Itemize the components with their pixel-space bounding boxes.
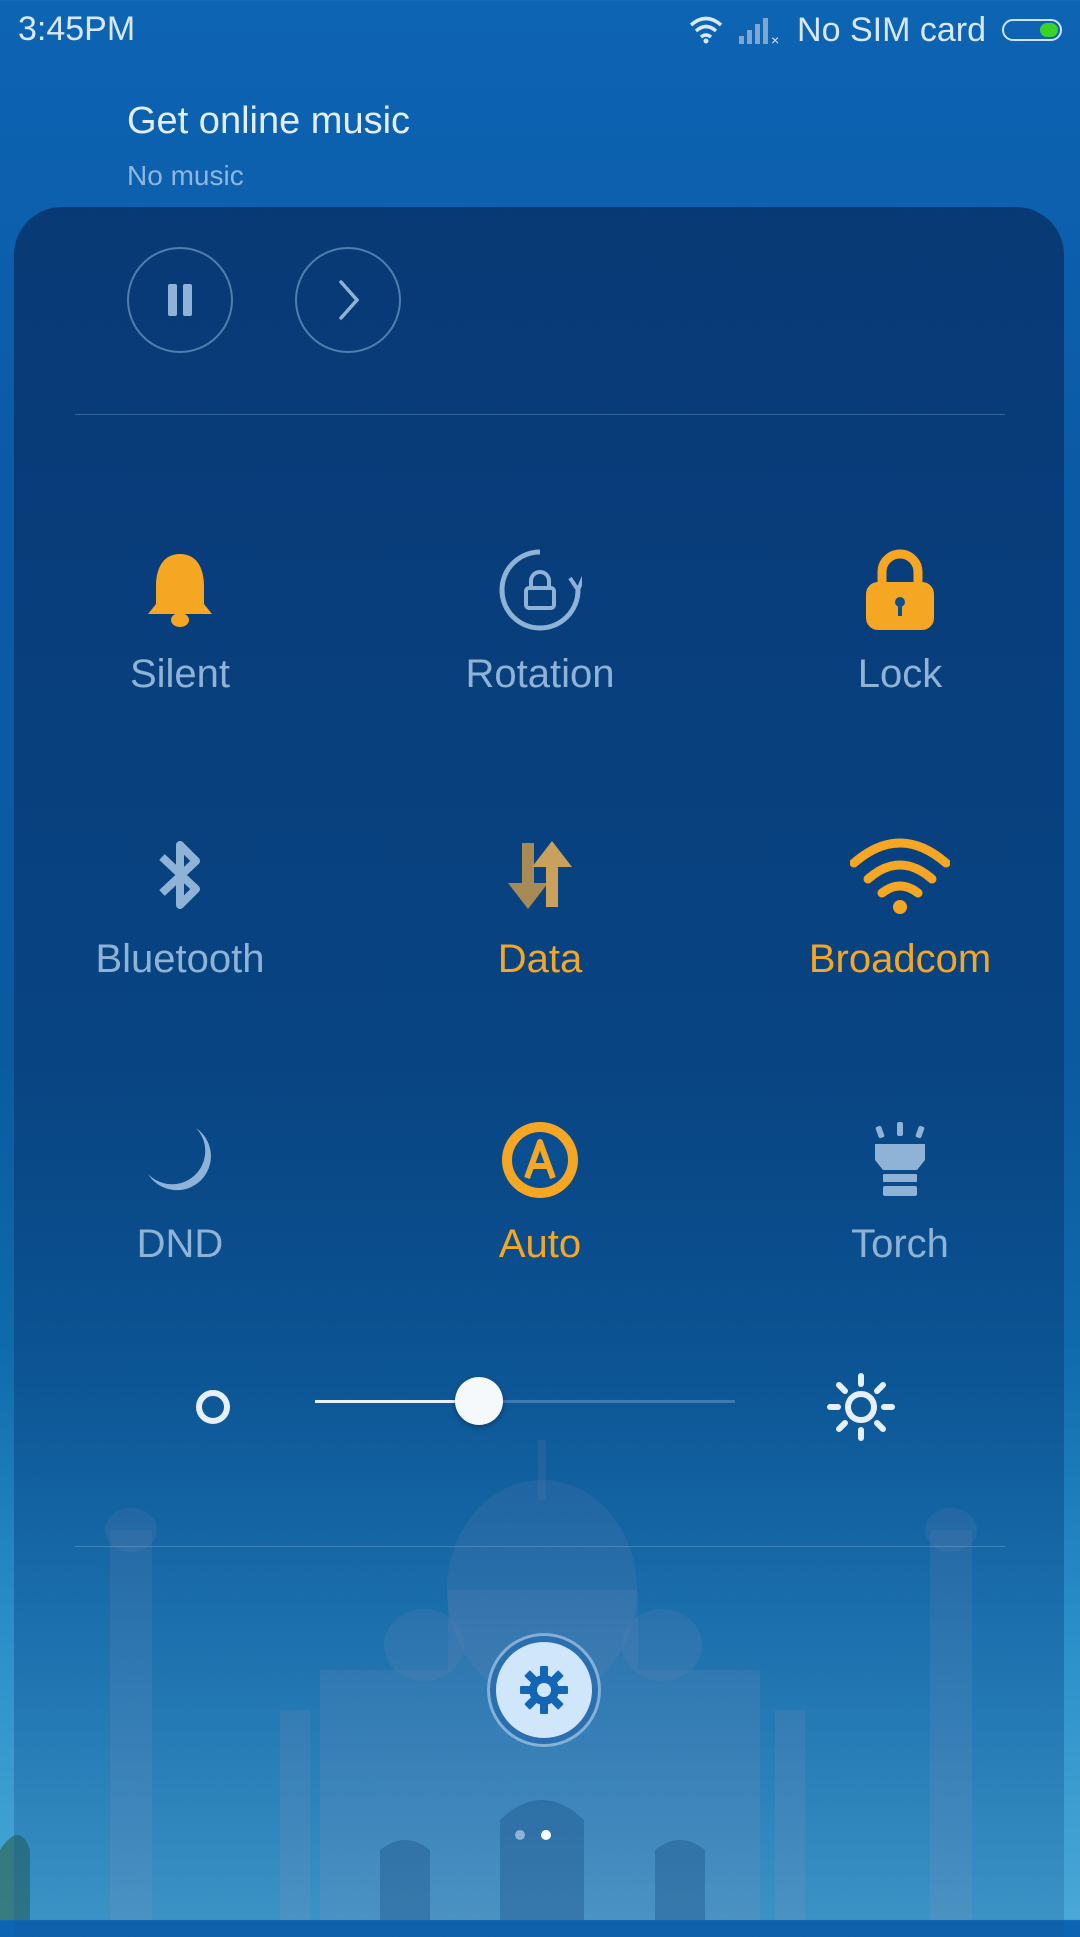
toggle-label: Bluetooth — [95, 937, 265, 981]
toggle-label: Rotation — [465, 652, 615, 696]
brightness-slider[interactable] — [315, 1377, 735, 1425]
rotation-lock-icon — [490, 540, 590, 640]
toggle-label: Torch — [851, 1222, 949, 1266]
brightness-high-icon — [827, 1373, 895, 1441]
pause-icon — [168, 284, 192, 316]
pause-button[interactable] — [127, 247, 233, 353]
signal-no-sim-icon: × — [739, 18, 779, 46]
settings-button[interactable] — [490, 1636, 598, 1744]
wifi-icon — [850, 825, 950, 925]
toggle-rotation[interactable]: Rotation — [390, 540, 690, 740]
toggle-lock[interactable]: Lock — [750, 540, 1050, 740]
toggle-label: Auto — [498, 1222, 582, 1266]
toggle-label: Broadcom — [808, 937, 992, 981]
toggle-data[interactable]: Data — [390, 825, 690, 1025]
page-dot-active[interactable] — [541, 1830, 551, 1840]
status-time: 3:45PM — [18, 10, 136, 48]
auto-brightness-icon — [490, 1110, 590, 1210]
torch-icon — [850, 1110, 950, 1210]
next-icon — [339, 280, 360, 320]
toggle-bluetooth[interactable]: Bluetooth — [30, 825, 330, 1025]
toggle-label: Silent — [129, 652, 231, 696]
music-title[interactable]: Get online music — [127, 100, 410, 143]
brightness-low-icon — [196, 1390, 230, 1424]
next-button[interactable] — [295, 247, 401, 353]
page-dot[interactable] — [515, 1830, 525, 1840]
toggle-label: Lock — [857, 652, 943, 696]
toggle-silent[interactable]: Silent — [30, 540, 330, 740]
page-indicator — [515, 1830, 551, 1840]
bell-icon — [130, 540, 230, 640]
bluetooth-icon — [130, 825, 230, 925]
wifi-icon — [689, 16, 723, 44]
battery-icon — [1002, 19, 1062, 41]
carrier-label: No SIM card — [797, 10, 986, 49]
data-icon — [490, 825, 590, 925]
brightness-slider-thumb[interactable] — [454, 1377, 503, 1425]
toggle-wifi[interactable]: Broadcom — [750, 825, 1050, 1025]
status-icons: × No SIM card — [689, 10, 1062, 50]
lock-icon — [850, 540, 950, 640]
divider — [75, 1546, 1005, 1547]
status-bar: 3:45PM × No SIM card — [0, 0, 1080, 60]
toggle-label: DND — [136, 1222, 224, 1266]
gear-icon — [520, 1666, 568, 1714]
toggle-dnd[interactable]: DND — [30, 1110, 330, 1310]
music-subtitle: No music — [127, 160, 244, 191]
toggle-torch[interactable]: Torch — [750, 1110, 1050, 1310]
svg-text:×: × — [771, 32, 779, 46]
toggle-label: Data — [497, 937, 583, 981]
toggle-auto-brightness[interactable]: Auto — [390, 1110, 690, 1310]
moon-icon — [130, 1110, 230, 1210]
divider — [75, 414, 1005, 415]
